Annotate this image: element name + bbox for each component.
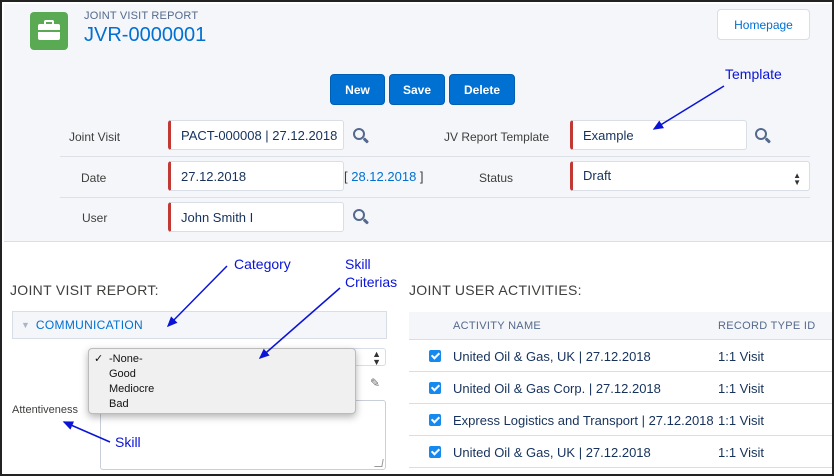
dropdown-option[interactable]: Bad — [89, 397, 355, 412]
dropdown-option[interactable]: ✓ -None- — [89, 352, 355, 367]
row-checkbox[interactable] — [429, 414, 441, 426]
template-label: JV Report Template — [444, 130, 550, 144]
table-row: United Oil & Gas Corp. | 27.12.2018 1:1 … — [409, 372, 832, 404]
dropdown-option[interactable]: Mediocre — [89, 382, 355, 397]
joint-visit-field[interactable]: PACT-000008 | 27.12.2018 — [168, 120, 344, 150]
category-section-header[interactable]: ▼ COMMUNICATION — [12, 311, 387, 339]
activity-name: United Oil & Gas, UK | 27.12.2018 — [453, 349, 651, 364]
save-button[interactable]: Save — [389, 74, 445, 105]
select-arrows-icon: ▲ ▼ — [372, 349, 381, 367]
edit-icon[interactable]: ✎ — [370, 376, 380, 390]
record-type-label: JOINT VISIT REPORT — [84, 10, 199, 22]
form-divider — [60, 197, 810, 198]
joint-user-activities-title: JOINT USER ACTIVITIES: — [409, 282, 582, 298]
annotation-skill-criterias-line1: Skill — [345, 256, 371, 272]
category-label: COMMUNICATION — [35, 318, 143, 332]
status-label: Status — [479, 171, 514, 185]
homepage-button[interactable]: Homepage — [717, 9, 810, 40]
annotation-template: Template — [725, 66, 782, 82]
date-link-wrapper: [ 28.12.2018 ] — [344, 169, 424, 184]
delete-button[interactable]: Delete — [449, 74, 515, 105]
status-value: Draft — [583, 168, 612, 183]
record-type: 1:1 Visit — [718, 349, 765, 364]
row-checkbox[interactable] — [429, 350, 441, 362]
form-divider — [60, 156, 810, 157]
activity-name: United Oil & Gas Corp. | 27.12.2018 — [453, 381, 661, 396]
date-bracket-close: ] — [416, 169, 424, 184]
annotation-category: Category — [234, 256, 291, 272]
checkmark-icon: ✓ — [94, 353, 104, 365]
template-lookup-icon[interactable] — [755, 128, 772, 144]
briefcase-icon — [30, 12, 68, 50]
skill-label: Attentiveness — [12, 404, 79, 416]
annotation-skill-criterias-line2: Criterias — [345, 274, 398, 290]
resize-handle-icon[interactable] — [374, 459, 384, 467]
new-button[interactable]: New — [330, 74, 385, 105]
joint-visit-report-title: JOINT VISIT REPORT: — [10, 282, 159, 298]
screenshot-frame: JOINT VISIT REPORT JVR-0000001 Homepage … — [0, 0, 834, 476]
status-select[interactable]: Draft ▲ ▼ — [570, 161, 810, 191]
activity-name: Express Logistics and Transport | 27.12.… — [453, 413, 714, 428]
table-row: United Oil & Gas, UK | 27.12.2018 1:1 Vi… — [409, 340, 832, 372]
template-field[interactable]: Example — [570, 120, 747, 150]
dropdown-option[interactable]: Good — [89, 367, 355, 382]
table-row: Express Logistics and Transport | 27.12.… — [409, 404, 832, 436]
record-type: 1:1 Visit — [718, 445, 765, 460]
activity-name: United Oil & Gas, UK | 27.12.2018 — [453, 445, 651, 460]
date-label: Date — [81, 171, 107, 185]
skill-criteria-dropdown: ✓ -None- Good Mediocre Bad — [88, 348, 356, 414]
joint-visit-label: Joint Visit — [69, 130, 121, 144]
column-header-activity-name[interactable]: ACTIVITY NAME — [453, 320, 541, 332]
record-type: 1:1 Visit — [718, 413, 765, 428]
joint-visit-lookup-icon[interactable] — [353, 128, 370, 144]
row-checkbox[interactable] — [429, 382, 441, 394]
column-header-record-type[interactable]: RECORD TYPE ID — [718, 320, 816, 332]
select-arrows-icon: ▲ ▼ — [793, 171, 801, 187]
user-label: User — [82, 211, 108, 225]
table-row: United Oil & Gas, UK | 27.12.2018 1:1 Vi… — [409, 436, 832, 468]
record-title: JVR-0000001 — [84, 24, 207, 46]
date-link[interactable]: 28.12.2018 — [351, 169, 416, 184]
user-lookup-icon[interactable] — [353, 209, 370, 225]
row-checkbox[interactable] — [429, 446, 441, 458]
user-field[interactable]: John Smith I — [168, 202, 344, 232]
date-field[interactable]: 27.12.2018 — [168, 161, 344, 191]
chevron-down-icon: ▼ — [21, 320, 30, 330]
annotation-skill: Skill — [115, 434, 141, 450]
record-type: 1:1 Visit — [718, 381, 765, 396]
activities-table-header: ACTIVITY NAME RECORD TYPE ID — [409, 312, 832, 340]
